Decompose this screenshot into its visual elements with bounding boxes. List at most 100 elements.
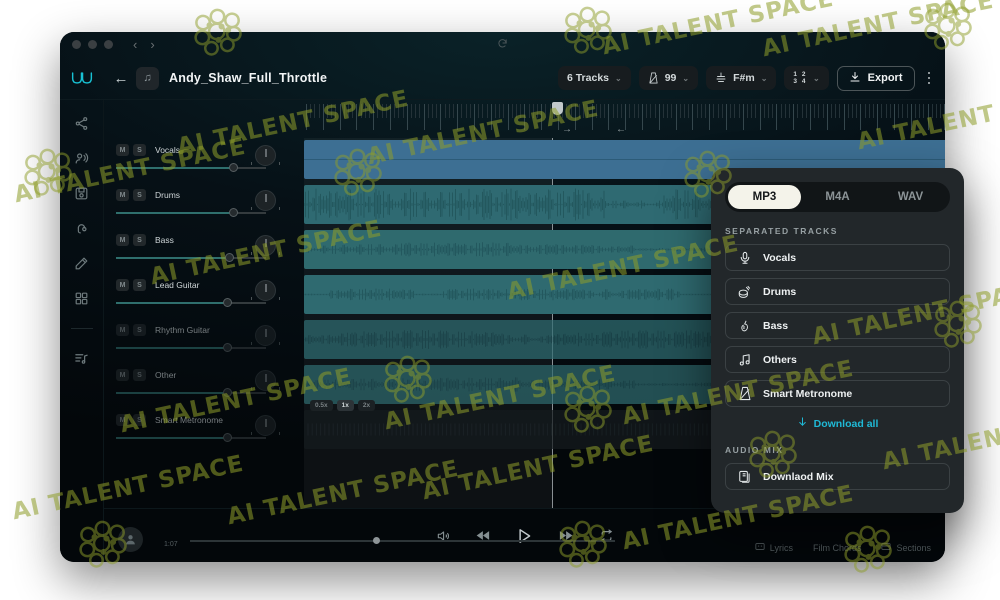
time-signature-selector[interactable]: 1 2 3 4 ⌄: [784, 66, 829, 90]
track-solo-button[interactable]: S: [133, 369, 146, 381]
format-tab-m4a[interactable]: M4A: [801, 185, 874, 209]
tracks-count-selector[interactable]: 6 Tracks ⌄: [557, 66, 631, 90]
track-solo-button[interactable]: S: [133, 279, 146, 291]
export-track-label: Bass: [763, 319, 789, 332]
maximize-dot[interactable]: [104, 40, 113, 49]
headphone-icon[interactable]: [72, 219, 91, 238]
tab-lyrics[interactable]: Lyrics: [755, 542, 793, 553]
download-all-button[interactable]: Download all: [725, 416, 950, 431]
ruler-tick: [390, 104, 391, 130]
format-tab-mp3[interactable]: MP3: [728, 185, 801, 209]
key-selector[interactable]: F#m ⌄: [706, 66, 777, 90]
app-header: ← ♫ Andy_Shaw_Full_Throttle 6 Tracks ⌄ 9…: [60, 57, 945, 100]
ruler-tick: [579, 104, 580, 118]
speed-badge[interactable]: 2x: [357, 400, 376, 411]
playlist-music-icon[interactable]: [72, 349, 91, 368]
track-mute-button[interactable]: M: [116, 189, 129, 201]
slider-knob[interactable]: [223, 298, 232, 307]
slider-knob[interactable]: [223, 388, 232, 397]
export-track-vocals[interactable]: Vocals: [725, 244, 950, 271]
export-track-drums[interactable]: Drums: [725, 278, 950, 305]
speed-badge[interactable]: 0.5x: [310, 400, 333, 411]
seek-knob[interactable]: [372, 537, 380, 544]
screenshot-root: ‹ › ← ♫ Andy_Shaw_Full_Throttle 6 Tracks: [0, 0, 1000, 600]
nav-back-icon[interactable]: ‹: [133, 37, 137, 52]
track-volume-slider[interactable]: [116, 298, 266, 308]
track-mute-button[interactable]: M: [116, 369, 129, 381]
browser-nav[interactable]: ‹ ›: [133, 37, 155, 52]
track-mute-button[interactable]: M: [116, 144, 129, 156]
ruler-tick: [423, 104, 425, 130]
grid-icon[interactable]: [72, 289, 91, 308]
slider-knob[interactable]: [228, 208, 238, 217]
nav-forward-icon[interactable]: ›: [150, 37, 154, 52]
back-button[interactable]: ←: [110, 70, 132, 87]
track-mute-button[interactable]: M: [116, 234, 129, 246]
ruler-tick: [541, 104, 543, 130]
ruler-tick: [692, 104, 694, 130]
close-dot[interactable]: [72, 40, 81, 49]
avatar[interactable]: [118, 527, 143, 552]
export-button[interactable]: Export: [836, 65, 915, 91]
slider-knob[interactable]: [223, 433, 232, 442]
ruler-tick: [940, 104, 942, 118]
window-controls[interactable]: [72, 40, 113, 49]
track-mute-button[interactable]: M: [116, 324, 129, 336]
track-volume-slider[interactable]: [116, 208, 266, 218]
metronome-speed-badges[interactable]: 0.5x 1x 2x: [310, 400, 376, 411]
track-mute-button[interactable]: M: [116, 279, 129, 291]
export-track-label: Others: [763, 353, 797, 366]
track-volume-slider[interactable]: [116, 343, 266, 353]
ruler-tick: [667, 104, 669, 118]
track-name-label: Smart Metronome: [155, 415, 224, 425]
format-tabs[interactable]: MP3 M4A WAV: [725, 182, 950, 212]
ruler-tick: [734, 104, 736, 118]
ruler-tick: [406, 104, 408, 130]
edit-pencil-icon[interactable]: [72, 254, 91, 273]
speed-badge[interactable]: 1x: [336, 400, 354, 411]
track-volume-slider[interactable]: [116, 388, 266, 398]
download-mix-button[interactable]: Downlaod Mix: [725, 463, 950, 490]
track-solo-button[interactable]: S: [133, 234, 146, 246]
ruler-tick: [856, 104, 858, 118]
ruler-tick: [931, 104, 933, 118]
header-toolbar: 6 Tracks ⌄ 99 ⌄ F#m ⌄ 1 2 3 4 ⌄ Export: [557, 65, 945, 91]
track-volume-slider[interactable]: [116, 433, 266, 443]
ruler-tick: [478, 104, 480, 118]
share-icon[interactable]: [72, 114, 91, 133]
slider-knob[interactable]: [228, 163, 238, 172]
ruler-tick: [385, 104, 387, 118]
slider-knob[interactable]: [223, 343, 232, 352]
export-track-bass[interactable]: Bass: [725, 312, 950, 339]
track-solo-button[interactable]: S: [133, 414, 146, 426]
ruler-tick: [768, 104, 769, 118]
export-track-others[interactable]: Others: [725, 346, 950, 373]
track-mute-button[interactable]: M: [116, 414, 129, 426]
track-volume-slider[interactable]: [116, 163, 266, 173]
sidebar-rail: [60, 100, 104, 562]
voice-icon[interactable]: [72, 149, 91, 168]
save-icon[interactable]: [72, 184, 91, 203]
tab-sections[interactable]: Sections: [881, 542, 931, 553]
track-solo-button[interactable]: S: [133, 189, 146, 201]
track-volume-slider[interactable]: [116, 253, 266, 263]
format-tab-wav[interactable]: WAV: [874, 185, 947, 209]
track-solo-button[interactable]: S: [133, 144, 146, 156]
tab-film-chords[interactable]: Film Chords: [813, 543, 862, 553]
export-track-label: Vocals: [763, 251, 797, 264]
export-track-label: Smart Metronome: [763, 387, 853, 400]
ruler-tick: [322, 104, 324, 130]
ruler-tick: [457, 104, 459, 130]
bpm-selector[interactable]: 99 ⌄: [638, 66, 699, 90]
ruler-ticks-area[interactable]: → ←: [304, 100, 945, 138]
seek-bar[interactable]: [190, 537, 615, 545]
export-track-smart-metronome[interactable]: Smart Metronome: [725, 380, 950, 407]
more-options-button[interactable]: [923, 68, 936, 89]
ruler-tick: [801, 104, 803, 118]
track-solo-button[interactable]: S: [133, 324, 146, 336]
reload-icon[interactable]: [60, 38, 945, 52]
minimize-dot[interactable]: [88, 40, 97, 49]
slider-knob[interactable]: [224, 253, 234, 262]
playhead-handle[interactable]: [552, 102, 563, 115]
ruler-tick: [894, 104, 895, 130]
